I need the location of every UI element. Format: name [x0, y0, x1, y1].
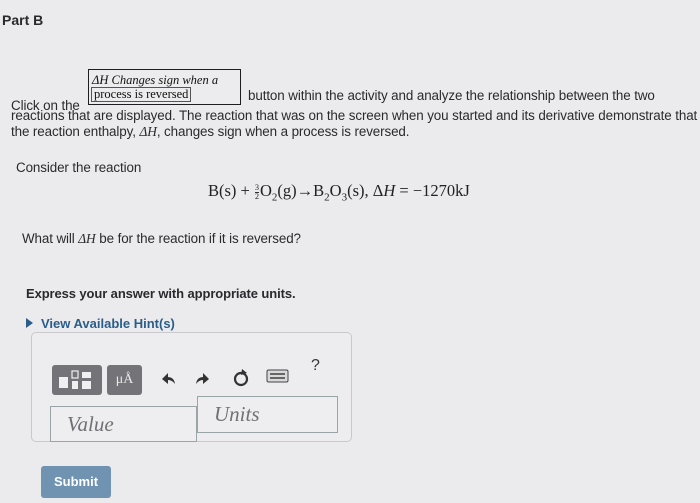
eq-tail: (s), Δ: [347, 181, 384, 200]
delta-h-button-line1: ΔH Changes sign when a: [92, 74, 240, 87]
express-instruction: Express your answer with appropriate uni…: [26, 286, 296, 301]
keyboard-icon[interactable]: [266, 368, 290, 389]
delta-h-button-line1-text: ΔH Changes sign when a: [92, 73, 219, 87]
templates-button[interactable]: [52, 365, 102, 395]
eq-h: H: [383, 181, 396, 200]
eq-o2: O: [259, 181, 272, 200]
part-title: Part B: [2, 12, 44, 28]
expand-triangle-icon: [26, 318, 33, 328]
units-button[interactable]: μÅ: [107, 365, 142, 395]
reaction-intro: Consider the reaction: [16, 160, 142, 175]
units-input[interactable]: [198, 397, 337, 432]
instruction-line3-pre: the reaction enthalpy,: [11, 124, 140, 139]
instruction-line2: reactions that are displayed. The reacti…: [11, 108, 698, 123]
eq-o2-state: (g)→B: [277, 181, 325, 200]
instruction-after-button: button within the activity and analyze t…: [248, 88, 655, 103]
templates-icon: [59, 370, 91, 389]
units-input-box[interactable]: [197, 396, 338, 433]
question-pre: What will: [22, 231, 79, 246]
instruction-line3: the reaction enthalpy, ΔH, changes sign …: [11, 124, 410, 140]
delta-h-changes-sign-button[interactable]: ΔH Changes sign when a process is revers…: [88, 69, 241, 105]
question-text: What will ΔH be for the reaction if it i…: [22, 231, 301, 247]
redo-icon[interactable]: [193, 368, 213, 393]
instruction-line3-post: , changes sign when a process is reverse…: [156, 124, 410, 139]
eq-lhs: B(s) +: [208, 181, 254, 200]
question-delta-h: ΔH: [78, 231, 96, 246]
question-post: be for the reaction if it is reversed?: [95, 231, 301, 246]
eq-fraction: 32: [254, 183, 259, 201]
value-input-box[interactable]: [50, 406, 197, 442]
undo-icon[interactable]: [158, 368, 178, 393]
value-input[interactable]: [51, 407, 196, 441]
reaction-equation: B(s) + 3 2 O2(g)→B2O3(s), ΔH = −1270kJ: [208, 181, 470, 203]
eq-o3: O: [329, 181, 342, 200]
instruction-line3-delta-h: ΔH: [139, 124, 157, 139]
view-hints-toggle[interactable]: View Available Hint(s): [26, 316, 175, 331]
view-hints-label: View Available Hint(s): [41, 316, 175, 331]
delta-h-button-line2: process is reversed: [91, 87, 192, 102]
reset-icon[interactable]: [230, 367, 252, 394]
eq-value: = −1270kJ: [395, 181, 470, 200]
eq-frac-den: 2: [254, 191, 259, 201]
submit-button[interactable]: Submit: [41, 466, 111, 498]
help-button[interactable]: ?: [311, 357, 320, 375]
